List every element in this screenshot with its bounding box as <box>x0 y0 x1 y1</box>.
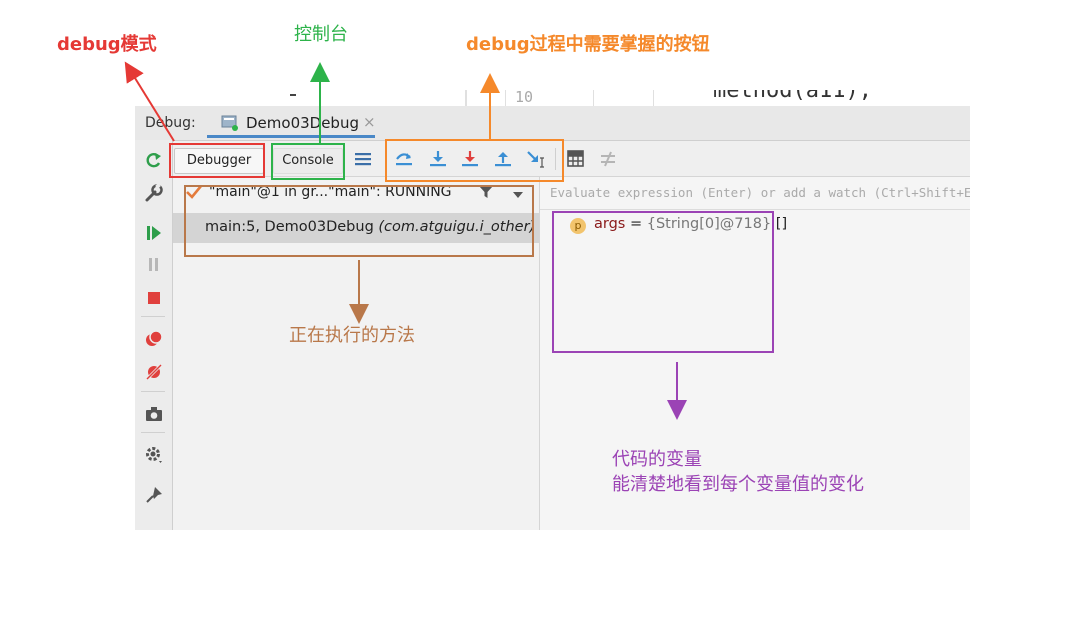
annotation-buttons: debug过程中需要掌握的按钮 <box>466 34 710 55</box>
console-box <box>271 143 345 180</box>
variables-box <box>552 211 774 353</box>
buttons-box <box>385 139 564 182</box>
annotation-debug-mode: debug模式 <box>57 34 157 55</box>
annotation-overlay <box>124 61 774 420</box>
annotation-method: 正在执行的方法 <box>289 325 415 346</box>
annotation-vars-line1: 代码的变量 <box>612 449 702 470</box>
debug-mode-box <box>169 143 265 178</box>
annotation-vars-line2: 能清楚地看到每个变量值的变化 <box>612 474 864 495</box>
debug-mode-arrow <box>124 61 175 142</box>
annotation-console: 控制台 <box>294 24 348 45</box>
method-box <box>184 185 534 257</box>
